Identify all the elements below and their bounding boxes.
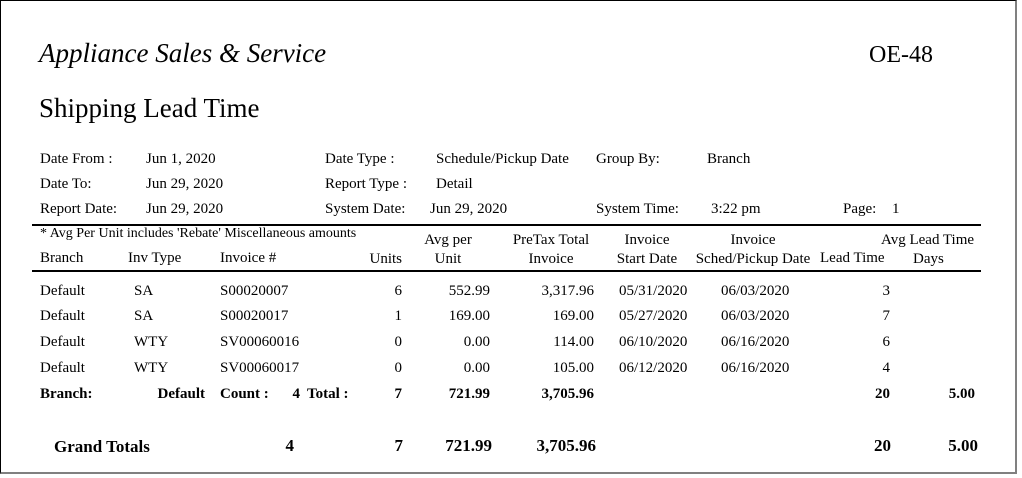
avg-cell: 0.00 — [463, 360, 490, 376]
col-days-header: Days — [913, 251, 944, 267]
col-pretax-invoice-header: Invoice — [528, 251, 574, 267]
branch-pretax-total: 3,705.96 — [541, 386, 595, 402]
lead-cell: 3 — [882, 283, 891, 299]
report-code: OE-48 — [869, 42, 933, 68]
sched-date-cell: 06/03/2020 — [721, 283, 790, 299]
branch-count-label: Count : — [220, 386, 269, 402]
col-lead-time-header: Lead Time — [820, 250, 885, 266]
branch-cell: Default — [40, 360, 85, 376]
branch-avg-lead: 5.00 — [948, 386, 975, 402]
col-start-header: Invoice — [624, 232, 670, 248]
system-date-label: System Date: — [325, 201, 406, 217]
inv-type-cell: SA — [134, 283, 154, 299]
grand-avg: 721.99 — [445, 436, 492, 455]
col-units-header: Units — [369, 251, 402, 267]
grand-units: 7 — [394, 436, 404, 455]
col-sched-header: Invoice — [730, 232, 776, 248]
date-type-label: Date Type : — [325, 151, 395, 167]
lead-cell: 4 — [882, 360, 891, 376]
report-date-value: Jun 29, 2020 — [146, 201, 224, 217]
grand-avg-lead: 5.00 — [948, 436, 978, 455]
units-cell: 0 — [394, 334, 403, 350]
invoice-cell: S00020017 — [220, 308, 289, 324]
report-date-label: Report Date: — [40, 201, 118, 217]
company-name: Appliance Sales & Service — [39, 38, 327, 68]
report-type-value: Detail — [436, 176, 473, 192]
page-number: 1 — [892, 201, 900, 217]
lead-cell: 7 — [882, 308, 891, 324]
start-date-cell: 06/10/2020 — [619, 334, 688, 350]
avg-cell: 169.00 — [448, 308, 490, 324]
branch-cell: Default — [40, 308, 85, 324]
invoice-cell: SV00060016 — [220, 334, 300, 350]
col-avg-per-header: Avg per — [424, 232, 472, 248]
pretax-cell: 3,317.96 — [541, 283, 595, 299]
pretax-cell: 169.00 — [552, 308, 594, 324]
lead-cell: 6 — [882, 334, 891, 350]
col-sched-date-header: Sched/Pickup Date — [695, 251, 811, 267]
col-start-date-header: Start Date — [616, 251, 678, 267]
units-cell: 0 — [394, 360, 403, 376]
sched-date-cell: 06/16/2020 — [721, 360, 790, 376]
col-avg-unit-header: Unit — [434, 251, 462, 267]
invoice-cell: S00020007 — [220, 283, 289, 299]
col-pretax-header: PreTax Total — [512, 232, 590, 248]
sched-date-cell: 06/16/2020 — [721, 334, 790, 350]
inv-type-cell: WTY — [134, 334, 169, 350]
branch-lead-total: 20 — [875, 386, 890, 402]
date-to-value: Jun 29, 2020 — [146, 176, 224, 192]
report-type-label: Report Type : — [325, 176, 407, 192]
grand-lead: 20 — [874, 436, 891, 455]
branch-total-label: Branch: — [40, 386, 93, 402]
group-by-value: Branch — [707, 151, 751, 167]
pretax-cell: 114.00 — [553, 334, 594, 350]
page-label: Page: — [843, 201, 877, 217]
branch-total-name: Default — [157, 386, 206, 402]
col-inv-type-header: Inv Type — [128, 250, 182, 266]
units-cell: 6 — [394, 283, 403, 299]
grand-count: 4 — [285, 436, 295, 455]
date-from-label: Date From : — [40, 151, 113, 167]
system-date-value: Jun 29, 2020 — [430, 201, 508, 217]
invoice-cell: SV00060017 — [220, 360, 300, 376]
system-time-label: System Time: — [596, 201, 679, 217]
grand-pretax: 3,705.96 — [536, 436, 597, 455]
col-avg-lead-header: Avg Lead Time — [881, 232, 975, 248]
start-date-cell: 05/31/2020 — [619, 283, 688, 299]
rebate-note: * Avg Per Unit includes 'Rebate' Miscell… — [40, 226, 357, 241]
inv-type-cell: SA — [134, 308, 154, 324]
date-from-value: Jun 1, 2020 — [146, 151, 216, 167]
pretax-cell: 105.00 — [552, 360, 594, 376]
report-title: Shipping Lead Time — [39, 93, 260, 123]
branch-units-total: 7 — [394, 386, 403, 402]
avg-cell: 0.00 — [463, 334, 490, 350]
branch-cell: Default — [40, 334, 85, 350]
branch-cell: Default — [40, 283, 85, 299]
group-by-label: Group By: — [596, 151, 660, 167]
avg-cell: 552.99 — [448, 283, 490, 299]
col-invoice-header: Invoice # — [220, 250, 277, 266]
branch-avg-total: 721.99 — [448, 386, 490, 402]
header-bottom-rule — [32, 270, 981, 272]
system-time-value: 3:22 pm — [711, 201, 761, 217]
start-date-cell: 06/12/2020 — [619, 360, 688, 376]
sched-date-cell: 06/03/2020 — [721, 308, 790, 324]
branch-count-value: 4 — [292, 386, 301, 402]
date-to-label: Date To: — [40, 176, 92, 192]
date-type-value: Schedule/Pickup Date — [436, 151, 569, 167]
col-branch-header: Branch — [40, 250, 84, 266]
units-cell: 1 — [394, 308, 403, 324]
inv-type-cell: WTY — [134, 360, 169, 376]
start-date-cell: 05/27/2020 — [619, 308, 688, 324]
grand-total-label: Grand Totals — [54, 437, 150, 456]
